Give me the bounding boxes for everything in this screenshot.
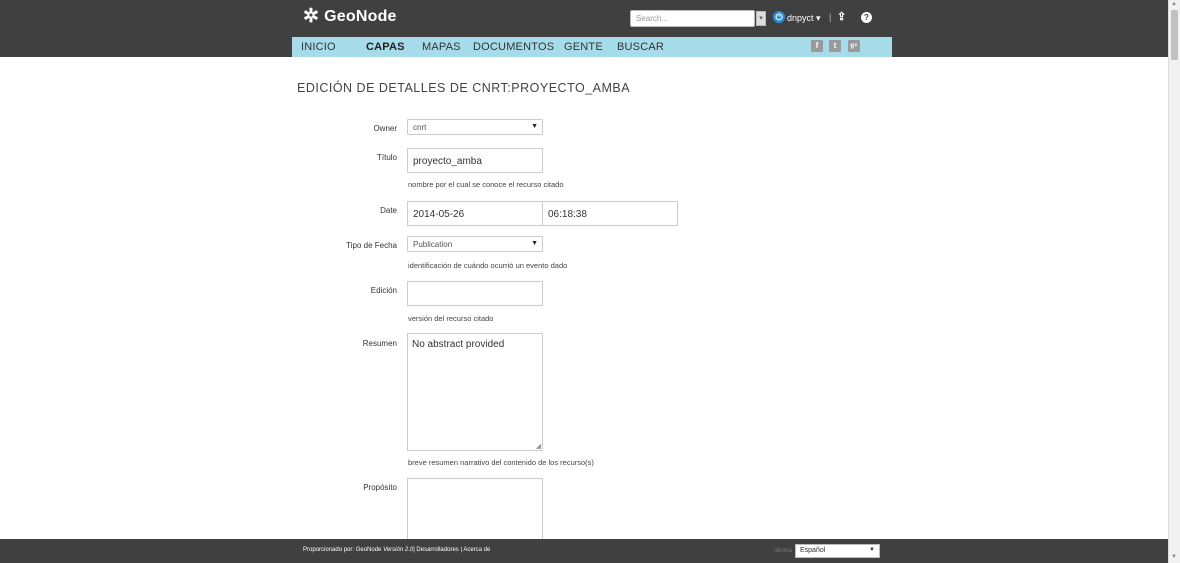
time-field[interactable]: 06:18:38 [542,201,678,226]
page-title: EDICIÓN DE DETALLES DE CNRT:PROYECTO_AMB… [297,81,631,95]
footer-credits: Proporcionado por: GeoNode Versión 2.0| … [303,547,490,553]
search-input[interactable]: Search... [630,10,755,27]
search-dropdown-button[interactable]: ▾ [756,11,766,26]
resumen-value: No abstract provided [412,339,505,350]
user-name: dnpyct [787,13,814,23]
tipo-fecha-value: Publication [413,240,453,249]
language-select[interactable]: Español ▼ [795,544,880,558]
nav-item-inicio[interactable]: INICIO [301,41,336,53]
user-power-icon[interactable]: ⏻ [773,11,785,23]
tipo-fecha-select[interactable]: Publication ▼ [407,236,543,252]
proposito-textarea[interactable] [407,478,543,548]
top-bar: ✲ GeoNode Search... ▾ ⏻ dnpyct ▾ | ⇪ ? [0,0,1168,37]
scroll-up-icon[interactable]: ▲ [1171,1,1177,7]
scroll-down-icon[interactable]: ▼ [1171,554,1177,560]
edicion-field[interactable] [407,281,543,306]
facebook-icon[interactable]: f [811,40,823,52]
language-label: Idioma [774,548,793,554]
language-value: Español [800,547,826,554]
nav-item-mapas[interactable]: MAPAS [422,41,461,53]
main-nav: INICIO CAPAS MAPAS DOCUMENTOS GENTE BUSC… [292,37,892,57]
resumen-textarea[interactable]: No abstract provided ◢ [407,333,543,451]
edicion-label: Edición [370,286,397,295]
tipo-fecha-label: Tipo de Fecha [346,241,397,250]
owner-select[interactable]: cnrt ▼ [407,119,543,135]
help-icon[interactable]: ? [861,12,872,23]
titulo-help: nombre por el cual se conoce el recurso … [408,180,564,189]
geonode-logo[interactable]: ✲ GeoNode [303,6,397,27]
date-field[interactable]: 2014-05-26 [407,201,543,226]
divider: | [829,12,832,22]
page-scrollbar[interactable]: ▲ ▼ [1168,0,1180,563]
chevron-down-icon: ▾ [816,13,821,23]
owner-label: Owner [373,124,397,133]
twitter-icon[interactable]: t [829,40,841,52]
dropdown-arrow-icon: ▼ [869,547,875,553]
upload-icon[interactable]: ⇪ [837,10,846,23]
dropdown-arrow-icon: ▼ [531,240,538,247]
footer: Proporcionado por: GeoNode Versión 2.0| … [0,539,1168,563]
edicion-help: versión del recurso citado [408,314,494,323]
nav-item-capas[interactable]: CAPAS [366,41,405,53]
date-label: Date [380,206,397,215]
resumen-label: Resumen [362,339,397,348]
owner-value: cnrt [413,123,427,132]
nav-item-documentos[interactable]: DOCUMENTOS [473,41,554,53]
resize-grip-icon[interactable]: ◢ [536,442,541,450]
titulo-label: Título [376,153,397,162]
powered-by-text: Proporcionado por: GeoNode [303,547,384,553]
nav-item-buscar[interactable]: BUSCAR [617,41,664,53]
geonode-snowflake-icon: ✲ [303,6,320,27]
scroll-thumb[interactable] [1171,10,1178,60]
footer-links[interactable]: | Desarrolladores | Acerca de [413,547,490,553]
titulo-field[interactable]: proyecto_amba [407,148,543,173]
nav-item-gente[interactable]: GENTE [564,41,603,53]
proposito-label: Propósito [363,483,397,492]
dropdown-arrow-icon: ▼ [531,123,538,130]
google-plus-icon[interactable]: g+ [848,40,860,52]
tipo-fecha-help: identificación de cuándo ocurrió un even… [408,261,568,270]
logo-text: GeoNode [324,8,397,25]
resumen-help: breve resumen narrativo del contenido de… [408,458,594,467]
user-menu[interactable]: dnpyct ▾ [787,13,821,24]
version-link[interactable]: Versión 2.0 [383,547,413,553]
